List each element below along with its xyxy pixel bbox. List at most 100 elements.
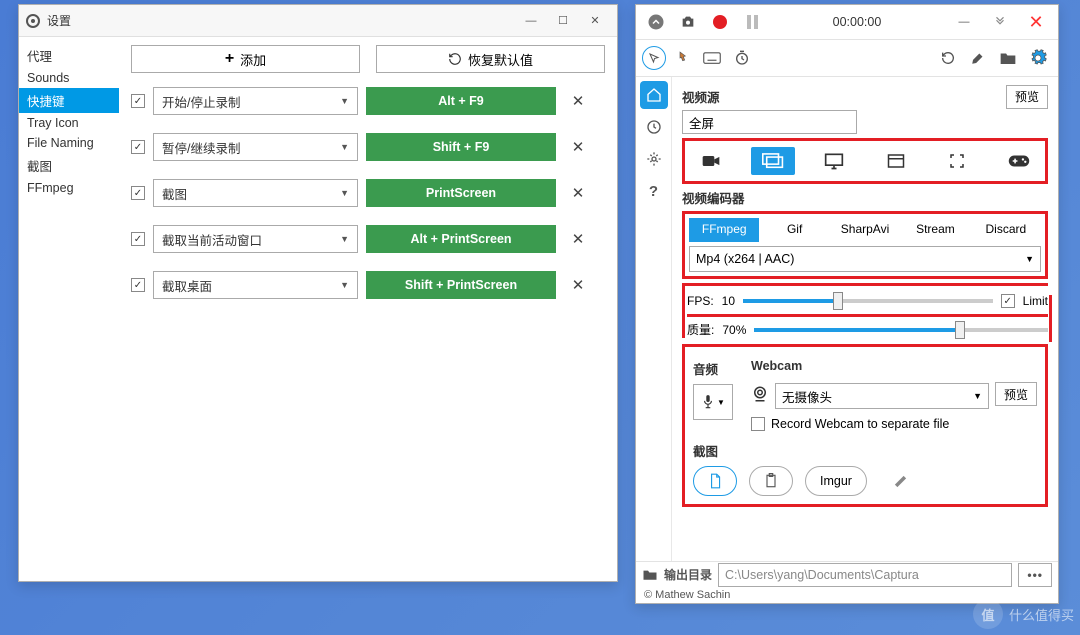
- hotkey-remove-button[interactable]: ✕: [564, 276, 592, 294]
- nav-home[interactable]: [640, 81, 668, 109]
- sidebar-item-tray[interactable]: Tray Icon: [19, 113, 119, 133]
- timer-icon[interactable]: [728, 44, 756, 72]
- footer-more-button[interactable]: •••: [1018, 563, 1052, 587]
- encoder-tab-discard[interactable]: Discard: [971, 218, 1041, 242]
- encoder-preset-dropdown[interactable]: Mp4 (x264 | AAC)▼: [689, 246, 1041, 272]
- hotkey-remove-button[interactable]: ✕: [564, 184, 592, 202]
- gear-icon[interactable]: [1024, 44, 1052, 72]
- audio-label: 音频: [693, 359, 745, 378]
- webcam-icon: [751, 385, 769, 403]
- audio-webcam-box: 音频 ▼ Webcam 无摄像头▼ 预览: [682, 344, 1048, 507]
- minimize-button[interactable]: —: [948, 10, 980, 34]
- click-icon[interactable]: [668, 44, 696, 72]
- hotkey-action-dropdown[interactable]: 截取当前活动窗口▼: [153, 225, 358, 253]
- add-button[interactable]: + 添加: [131, 45, 360, 73]
- encoder-tab-sharpavi[interactable]: SharpAvi: [830, 218, 900, 242]
- timer: 00:00:00: [770, 15, 944, 29]
- hotkey-row: ✓ 截取当前活动窗口▼ Alt + PrintScreen ✕: [131, 225, 605, 253]
- hotkey-action-dropdown[interactable]: 暂停/继续录制▼: [153, 133, 358, 161]
- nav-settings[interactable]: [640, 145, 668, 173]
- video-source-input[interactable]: [682, 110, 857, 134]
- cursor-icon[interactable]: [642, 46, 666, 70]
- refresh-icon[interactable]: [934, 44, 962, 72]
- chevron-down-button[interactable]: [984, 10, 1016, 34]
- close-button[interactable]: ✕: [1020, 10, 1052, 34]
- nav-history[interactable]: [640, 113, 668, 141]
- screenshot-clipboard-button[interactable]: [749, 466, 793, 496]
- encoder-tab-gif[interactable]: Gif: [759, 218, 829, 242]
- hotkey-checkbox[interactable]: ✓: [131, 186, 145, 200]
- minimize-button[interactable]: —: [515, 9, 547, 33]
- output-path-input[interactable]: [718, 563, 1012, 587]
- brush-icon[interactable]: [964, 44, 992, 72]
- hotkey-key[interactable]: Shift + F9: [366, 133, 556, 161]
- watermark: 值 什么值得买: [973, 599, 1074, 629]
- maximize-button[interactable]: ☐: [547, 9, 579, 33]
- hotkey-key[interactable]: Shift + PrintScreen: [366, 271, 556, 299]
- encoder-label: 视频编码器: [682, 188, 1048, 207]
- quality-value: 70%: [722, 323, 746, 337]
- chevron-down-icon: ▼: [717, 398, 725, 407]
- hotkey-checkbox[interactable]: ✓: [131, 94, 145, 108]
- quality-slider[interactable]: [754, 328, 1048, 332]
- source-screens-icon[interactable]: [751, 147, 795, 175]
- hotkey-remove-button[interactable]: ✕: [564, 230, 592, 248]
- hotkey-checkbox[interactable]: ✓: [131, 278, 145, 292]
- left-nav: ?: [636, 77, 672, 561]
- audio-button[interactable]: ▼: [693, 384, 733, 420]
- hotkey-checkbox[interactable]: ✓: [131, 232, 145, 246]
- record-button[interactable]: [706, 8, 734, 36]
- source-game-icon[interactable]: [997, 147, 1041, 175]
- nav-help[interactable]: ?: [640, 177, 668, 205]
- hotkey-action-dropdown[interactable]: 开始/停止录制▼: [153, 87, 358, 115]
- pause-button[interactable]: [738, 8, 766, 36]
- limit-checkbox[interactable]: ✓: [1001, 294, 1015, 308]
- close-button[interactable]: ✕: [579, 9, 611, 33]
- folder-icon[interactable]: [642, 568, 658, 581]
- sidebar-item-filenaming[interactable]: File Naming: [19, 133, 119, 153]
- chevron-down-icon: ▼: [340, 188, 349, 198]
- hotkey-action-dropdown[interactable]: 截图▼: [153, 179, 358, 207]
- keyboard-icon[interactable]: [698, 44, 726, 72]
- encoder-tab-ffmpeg[interactable]: FFmpeg: [689, 218, 759, 242]
- hotkey-key[interactable]: Alt + F9: [366, 87, 556, 115]
- folder-icon[interactable]: [994, 44, 1022, 72]
- source-window-icon[interactable]: [874, 147, 918, 175]
- main-topbar: 00:00:00 — ✕: [636, 5, 1058, 39]
- sidebar-item-sounds[interactable]: Sounds: [19, 68, 119, 88]
- mic-icon: [701, 394, 715, 410]
- hotkey-action-dropdown[interactable]: 截取桌面▼: [153, 271, 358, 299]
- preview-button[interactable]: 预览: [1006, 85, 1048, 109]
- hotkey-remove-button[interactable]: ✕: [564, 138, 592, 156]
- source-camera-icon[interactable]: [689, 147, 733, 175]
- hotkey-key[interactable]: Alt + PrintScreen: [366, 225, 556, 253]
- webcam-preview-button[interactable]: 预览: [995, 382, 1037, 406]
- settings-titlebar[interactable]: 设置 — ☐ ✕: [19, 5, 617, 37]
- hotkey-checkbox[interactable]: ✓: [131, 140, 145, 154]
- reset-button[interactable]: 恢复默认值: [376, 45, 605, 73]
- screenshot-imgur-button[interactable]: Imgur: [805, 466, 867, 496]
- webcam-separate-checkbox[interactable]: [751, 417, 765, 431]
- hotkey-key[interactable]: PrintScreen: [366, 179, 556, 207]
- encoder-tab-stream[interactable]: Stream: [900, 218, 970, 242]
- limit-label: Limit: [1023, 294, 1048, 308]
- settings-window: 设置 — ☐ ✕ 代理 Sounds 快捷键 Tray Icon File Na…: [18, 4, 618, 582]
- hotkey-remove-button[interactable]: ✕: [564, 92, 592, 110]
- sidebar-item-hotkeys[interactable]: 快捷键: [19, 88, 119, 113]
- screenshot-edit-button[interactable]: [879, 466, 922, 496]
- sidebar-item-ffmpeg[interactable]: FFmpeg: [19, 178, 119, 198]
- clipboard-icon: [764, 473, 778, 489]
- settings-title: 设置: [47, 12, 515, 29]
- chevron-down-icon: ▼: [340, 234, 349, 244]
- source-monitor-icon[interactable]: [812, 147, 856, 175]
- fps-slider[interactable]: [743, 299, 993, 303]
- camera-icon[interactable]: [674, 8, 702, 36]
- sidebar-item-screenshot[interactable]: 截图: [19, 153, 119, 178]
- sidebar-item-proxy[interactable]: 代理: [19, 43, 119, 68]
- collapse-button[interactable]: [642, 8, 670, 36]
- screenshot-file-button[interactable]: [693, 466, 737, 496]
- main-window: 00:00:00 — ✕ ? 视频源 预览: [635, 4, 1059, 604]
- source-region-icon[interactable]: [935, 147, 979, 175]
- hotkey-row: ✓ 开始/停止录制▼ Alt + F9 ✕: [131, 87, 605, 115]
- webcam-dropdown[interactable]: 无摄像头▼: [775, 383, 989, 409]
